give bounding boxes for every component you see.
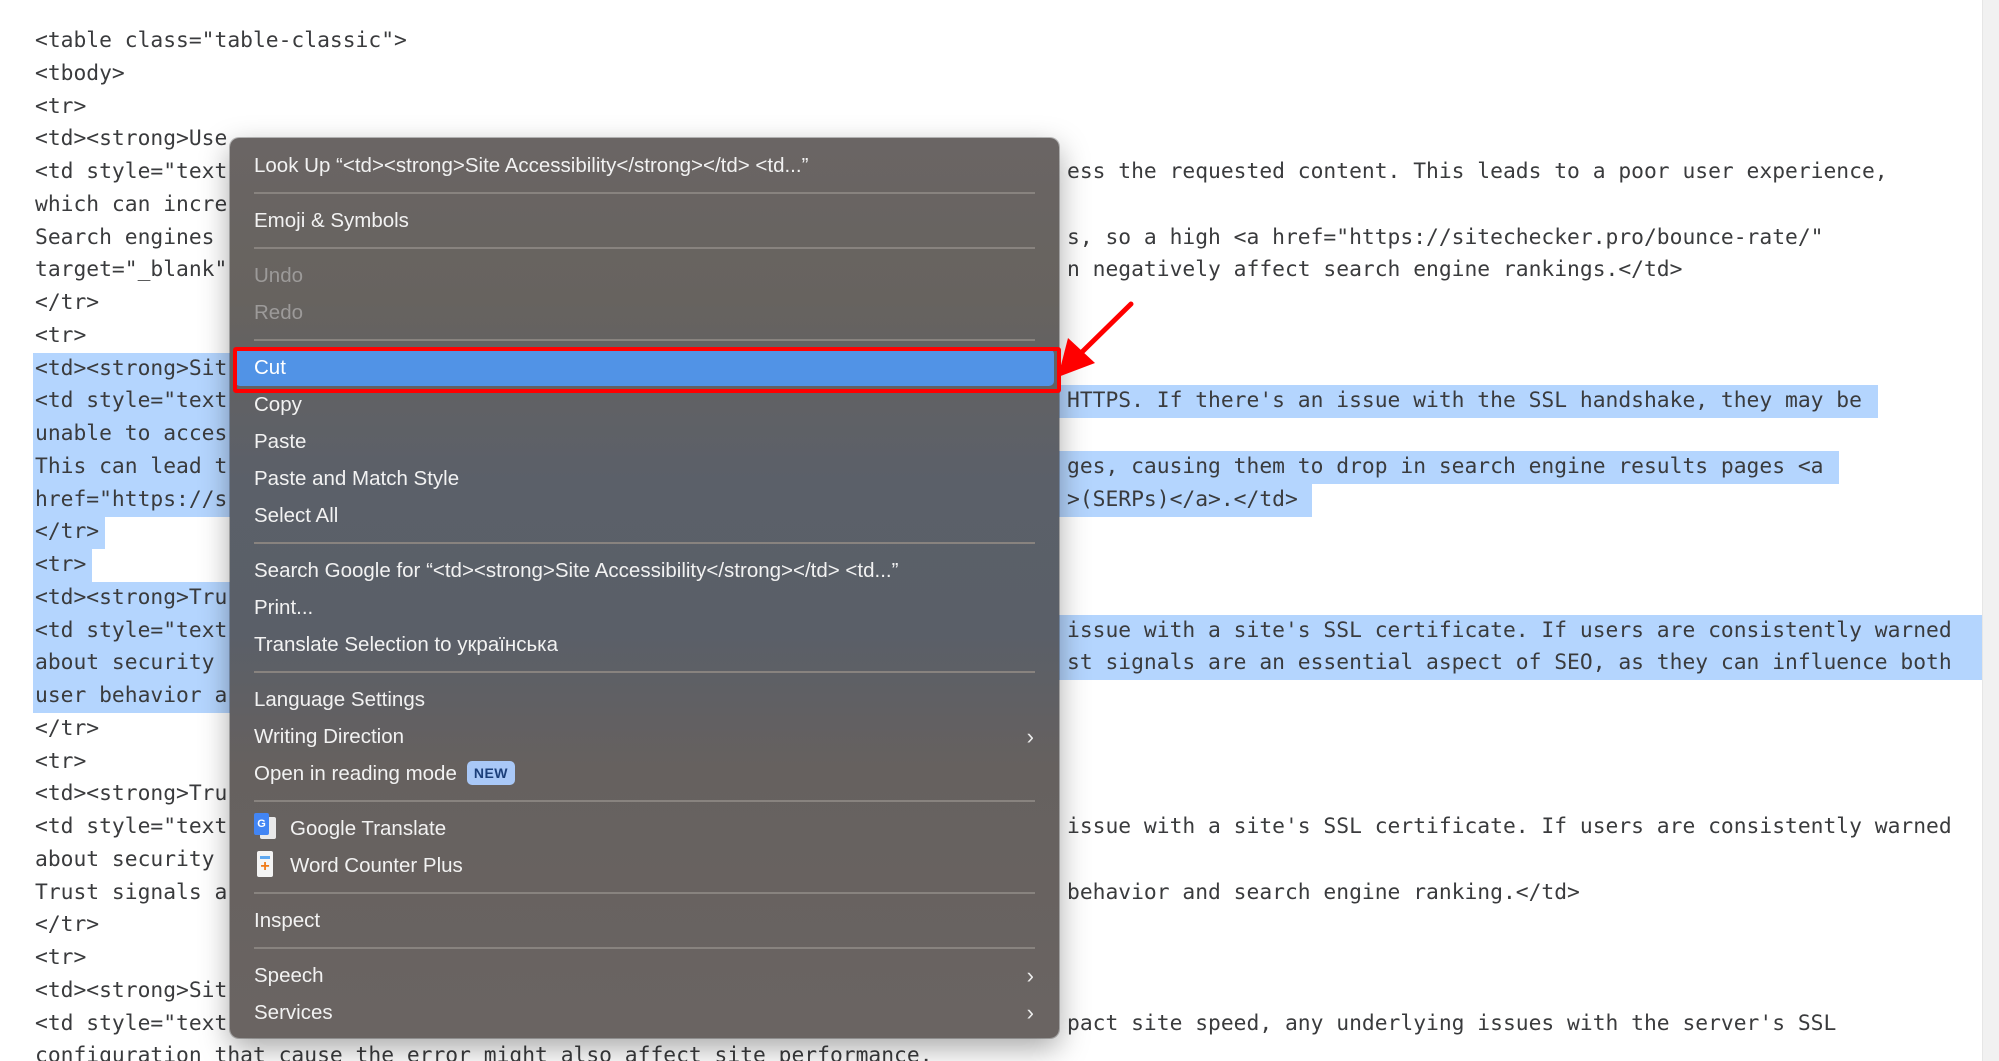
menu-item-label: Select All [254, 504, 339, 527]
menu-separator [254, 542, 1035, 544]
menu-item-label: Look Up “<td><strong>Site Accessibility<… [254, 154, 809, 177]
code-line[interactable]: href="https://s [35, 484, 227, 516]
menu-item-search-google[interactable]: Search Google for “<td><strong>Site Acce… [235, 552, 1054, 589]
code-line[interactable]: user behavior a [35, 680, 227, 712]
menu-item-label: Paste and Match Style [254, 467, 460, 490]
code-line[interactable]: <td><strong>Sit [35, 353, 227, 385]
code-line[interactable]: behavior and search engine ranking.</td> [1067, 877, 1580, 909]
code-line[interactable]: about security [35, 647, 227, 679]
code-line[interactable]: </tr> [35, 287, 99, 319]
menu-item-label: Inspect [254, 909, 321, 932]
chevron-right-icon: › [1026, 963, 1034, 988]
code-line[interactable]: >(SERPs)</a>.</td> [1067, 484, 1298, 516]
menu-item-speech[interactable]: Speech › [235, 957, 1054, 994]
menu-item-label: Paste [254, 430, 307, 453]
code-line[interactable]: which can incre [35, 189, 227, 221]
menu-item-label: Speech [254, 964, 324, 987]
code-line[interactable]: pact site speed, any underlying issues w… [1067, 1008, 1836, 1040]
vertical-scrollbar[interactable] [1982, 0, 1999, 1061]
menu-item-label: Word Counter Plus [290, 854, 463, 877]
menu-separator [254, 947, 1035, 949]
menu-separator [254, 892, 1035, 894]
code-line[interactable]: <tbody> [35, 58, 125, 90]
code-line[interactable]: <td><strong>Sit [35, 975, 227, 1007]
code-line[interactable]: <td style="text [35, 156, 227, 188]
menu-item-google-translate[interactable]: G Google Translate [235, 810, 1054, 847]
menu-separator [254, 247, 1035, 249]
code-line[interactable]: <tr> [35, 746, 86, 778]
code-line[interactable]: </tr> [35, 516, 99, 548]
new-badge: NEW [466, 761, 516, 785]
menu-item-label: Writing Direction [254, 725, 404, 748]
menu-separator [254, 192, 1035, 194]
menu-separator [254, 800, 1035, 802]
code-line[interactable]: target="_blank" [35, 254, 227, 286]
menu-item-label: Redo [254, 301, 304, 324]
code-line[interactable]: Search engines [35, 222, 227, 254]
code-line[interactable]: <table class="table-classic"> [35, 25, 407, 57]
code-line[interactable]: <tr> [35, 320, 86, 352]
menu-item-emoji-symbols[interactable]: Emoji & Symbols [235, 202, 1054, 239]
menu-item-paste[interactable]: Paste [235, 423, 1054, 460]
code-line[interactable]: ges, causing them to drop in search engi… [1067, 451, 1824, 483]
menu-item-inspect[interactable]: Inspect [235, 902, 1054, 939]
menu-item-label: Undo [254, 264, 304, 287]
code-line[interactable]: configuration that cause the error might… [35, 1040, 933, 1061]
code-line[interactable]: <td style="text [35, 1008, 227, 1040]
code-line[interactable]: </tr> [35, 713, 99, 745]
menu-item-label: Emoji & Symbols [254, 209, 409, 232]
code-line[interactable]: <td><strong>Use [35, 123, 227, 155]
menu-item-reading-mode[interactable]: Open in reading mode NEW [235, 755, 1054, 792]
code-line[interactable]: <td><strong>Tru [35, 582, 227, 614]
menu-item-redo: Redo [235, 294, 1054, 331]
code-line[interactable]: <tr> [35, 91, 86, 123]
menu-item-label: Google Translate [290, 817, 447, 840]
menu-separator [254, 339, 1035, 341]
menu-item-label: Services [254, 1001, 333, 1024]
menu-item-word-counter-plus[interactable]: + Word Counter Plus [235, 847, 1054, 884]
code-line[interactable]: <td><strong>Tru [35, 778, 227, 810]
code-line[interactable]: </tr> [35, 909, 99, 941]
menu-item-print[interactable]: Print... [235, 589, 1054, 626]
menu-item-look-up[interactable]: Look Up “<td><strong>Site Accessibility<… [235, 147, 1054, 184]
code-line[interactable]: ess the requested content. This leads to… [1067, 156, 1888, 188]
google-translate-icon: G [254, 813, 278, 841]
code-line[interactable]: issue with a site's SSL certificate. If … [1067, 615, 1952, 647]
menu-item-services[interactable]: Services › [235, 994, 1054, 1031]
code-line[interactable]: <tr> [35, 549, 86, 581]
menu-separator [254, 671, 1035, 673]
code-line[interactable]: issue with a site's SSL certificate. If … [1067, 811, 1952, 843]
menu-item-writing-direction[interactable]: Writing Direction › [235, 718, 1054, 755]
menu-item-paste-match-style[interactable]: Paste and Match Style [235, 460, 1054, 497]
chevron-right-icon: › [1026, 724, 1034, 749]
menu-item-translate-selection[interactable]: Translate Selection to українська [235, 626, 1054, 663]
menu-item-undo: Undo [235, 257, 1054, 294]
menu-item-select-all[interactable]: Select All [235, 497, 1054, 534]
menu-item-label: Translate Selection to українська [254, 633, 558, 656]
code-line[interactable]: about security [35, 844, 227, 876]
menu-item-label: Search Google for “<td><strong>Site Acce… [254, 559, 899, 582]
code-line[interactable]: st signals are an essential aspect of SE… [1067, 647, 1952, 679]
menu-item-label: Open in reading mode [254, 762, 457, 785]
code-line[interactable]: <td style="text [35, 385, 227, 417]
context-menu: Look Up “<td><strong>Site Accessibility<… [230, 138, 1059, 1038]
code-line[interactable]: <td style="text [35, 615, 227, 647]
code-line[interactable]: unable to acces [35, 418, 227, 450]
code-line[interactable]: <td style="text [35, 811, 227, 843]
annotation-highlight-box [233, 347, 1061, 393]
menu-item-language-settings[interactable]: Language Settings [235, 681, 1054, 718]
code-line[interactable]: <tr> [35, 942, 86, 974]
word-counter-icon: + [254, 850, 278, 878]
code-line[interactable]: This can lead t [35, 451, 227, 483]
code-line[interactable]: s, so a high <a href="https://sitechecke… [1067, 222, 1824, 254]
menu-item-label: Print... [254, 596, 314, 619]
menu-item-label: Copy [254, 393, 302, 416]
chevron-right-icon: › [1026, 1000, 1034, 1025]
code-line[interactable]: Trust signals a [35, 877, 227, 909]
menu-item-label: Language Settings [254, 688, 425, 711]
code-line[interactable]: HTTPS. If there's an issue with the SSL … [1067, 385, 1862, 417]
code-line[interactable]: n negatively affect search engine rankin… [1067, 254, 1682, 286]
